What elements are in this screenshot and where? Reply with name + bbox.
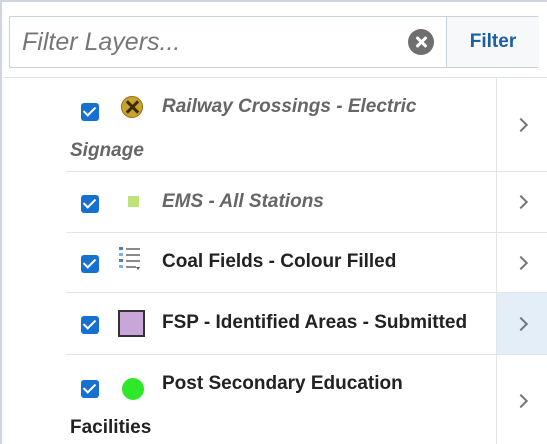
layer-details-button[interactable] — [496, 233, 547, 292]
layer-name: Coal Fields - Colour Filled — [162, 251, 397, 272]
chevron-right-icon — [513, 117, 529, 132]
layer-row-body: Coal Fields - Colour Filled — [66, 233, 496, 292]
chevron-right-icon — [513, 194, 529, 210]
layer-details-button[interactable] — [496, 293, 547, 354]
green-circle-icon — [122, 378, 144, 400]
legend-list-icon — [119, 247, 140, 270]
layer-row-body: FSP - Identified Areas - Submitted — [66, 293, 496, 354]
layer-list: Railway Crossings - Electric Signage EMS… — [4, 77, 547, 444]
filter-bar: Filter — [9, 16, 539, 68]
layer-row-body: Post Secondary Education Facilities — [66, 355, 496, 444]
layer-checkbox[interactable] — [81, 255, 99, 273]
layer-row: EMS - All Stations — [66, 172, 547, 233]
chevron-right-icon — [513, 393, 529, 409]
layer-checkbox[interactable] — [81, 103, 99, 121]
filter-layers-input[interactable] — [10, 17, 446, 67]
layer-row: Railway Crossings - Electric Signage — [66, 78, 547, 172]
layer-checkbox[interactable] — [81, 380, 99, 398]
railway-crossing-icon — [121, 96, 143, 118]
layer-name: Railway Crossings - Electric — [162, 96, 417, 117]
filter-button[interactable]: Filter — [446, 17, 539, 67]
purple-square-icon — [118, 310, 145, 337]
chevron-right-icon — [513, 316, 529, 331]
layer-row: FSP - Identified Areas - Submitted — [66, 293, 547, 355]
layer-name: EMS - All Stations — [162, 191, 324, 212]
layer-name-continued: Facilities — [70, 417, 152, 438]
layer-details-button[interactable] — [496, 172, 547, 232]
layer-checkbox[interactable] — [81, 316, 99, 334]
clear-filter-icon[interactable] — [408, 29, 434, 55]
layer-row-body: EMS - All Stations — [66, 172, 496, 232]
layer-name: Post Secondary Education — [162, 373, 403, 394]
layer-checkbox[interactable] — [81, 195, 99, 213]
layer-name: FSP - Identified Areas - Submitted — [162, 312, 468, 333]
layer-details-button[interactable] — [496, 355, 547, 444]
green-square-icon — [128, 196, 139, 207]
layer-details-button[interactable] — [496, 78, 547, 171]
layer-panel: Filter Railway Crossings - Electric Sign… — [0, 0, 547, 444]
chevron-right-icon — [513, 255, 529, 270]
layer-row: Post Secondary Education Facilities — [66, 355, 547, 444]
layer-name-continued: Signage — [70, 140, 144, 161]
layer-row: Coal Fields - Colour Filled — [66, 233, 547, 293]
layer-row-body: Railway Crossings - Electric Signage — [66, 78, 496, 171]
